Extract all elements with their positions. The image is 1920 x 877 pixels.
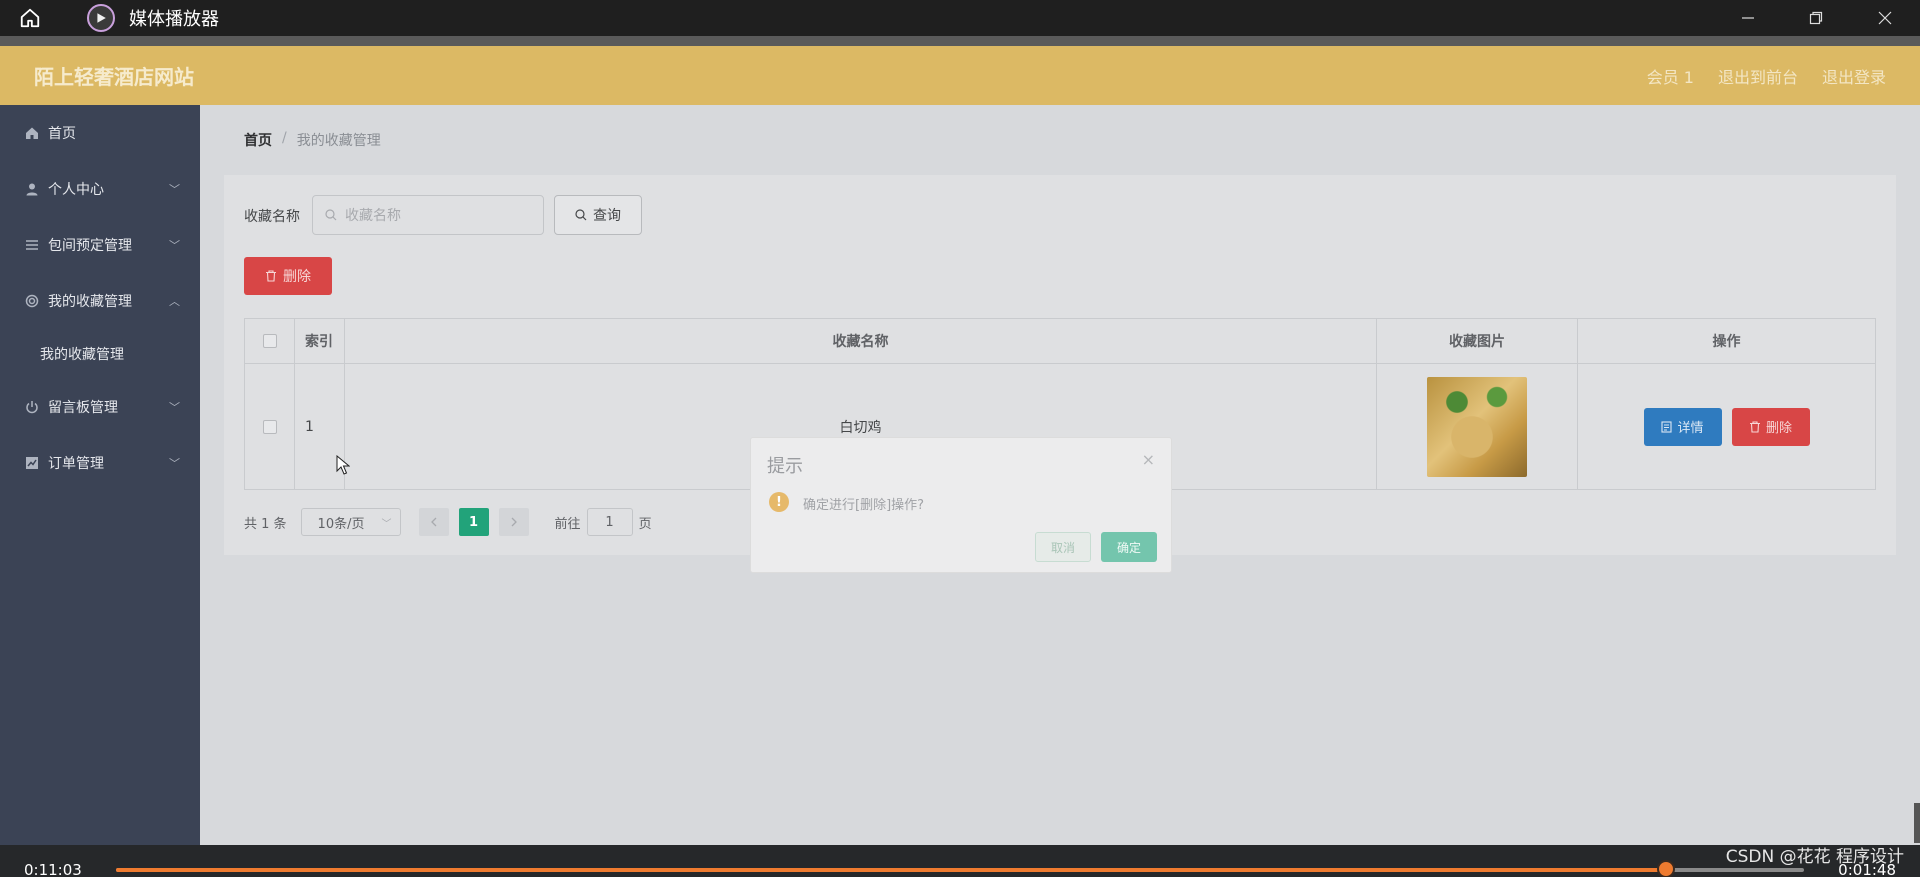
player-top-divider — [0, 36, 1920, 46]
site-title: 陌上轻奢酒店网站 — [34, 65, 194, 89]
sidebar-subitem-favorites[interactable]: 我的收藏管理 — [0, 329, 200, 379]
batch-delete-label: 删除 — [283, 269, 311, 285]
row-checkbox[interactable] — [262, 419, 277, 434]
player-control-bar: 0:11:03 0:01:48 — [0, 845, 1920, 877]
page-size-value: 10条/页 — [317, 516, 365, 532]
detail-button[interactable]: 详情 — [1643, 407, 1722, 446]
table-header: 索引 收藏名称 收藏图片 操作 — [245, 319, 1875, 364]
sidebar-item-label: 首页 — [48, 126, 76, 142]
page-number-button[interactable]: 1 — [458, 508, 489, 536]
close-window-button[interactable] — [1850, 0, 1920, 36]
trash-icon — [1749, 420, 1760, 433]
app-header: 陌上轻奢酒店网站 会员 1 退出到前台 退出登录 — [0, 46, 1920, 105]
search-icon — [325, 209, 337, 221]
player-home-button[interactable] — [0, 0, 60, 36]
power-icon — [24, 399, 40, 415]
detail-button-label: 详情 — [1677, 421, 1704, 436]
column-header-index: 索引 — [295, 319, 345, 363]
column-header-image: 收藏图片 — [1377, 319, 1578, 363]
player-logo-icon — [87, 4, 115, 32]
seek-bar[interactable] — [116, 868, 1804, 872]
seek-knob[interactable] — [1656, 860, 1675, 877]
chevron-left-icon — [430, 517, 437, 527]
trash-icon — [266, 270, 276, 282]
sidebar-item-room-booking[interactable]: 包间预定管理 ﹀ — [0, 217, 200, 273]
chevron-down-icon: ﹀ — [169, 457, 180, 470]
restore-button[interactable] — [1782, 0, 1850, 36]
query-button-label: 查询 — [593, 208, 621, 224]
breadcrumb-separator: / — [282, 130, 287, 146]
sidebar-item-label: 包间预定管理 — [48, 238, 132, 254]
column-header-actions: 操作 — [1712, 334, 1741, 350]
chart-icon — [24, 455, 40, 471]
goto-label: 前往 — [554, 516, 581, 532]
row-delete-label: 删除 — [1765, 421, 1792, 436]
close-icon — [1878, 11, 1892, 25]
dialog-close-button[interactable]: × — [1142, 450, 1155, 469]
chevron-down-icon: ﹀ — [169, 239, 180, 252]
sidebar-item-label: 个人中心 — [48, 182, 104, 198]
settings-icon — [24, 293, 40, 309]
sidebar-item-label: 订单管理 — [48, 456, 104, 472]
dialog-title: 提示 — [767, 456, 803, 477]
breadcrumb-home[interactable]: 首页 — [244, 130, 272, 150]
next-page-button[interactable] — [498, 508, 529, 536]
sidebar: 首页 个人中心 ﹀ 包间预定管理 ﹀ 我的收藏管理 ︿ 我的收藏管理 留言板管理… — [0, 105, 200, 845]
home-icon — [20, 8, 40, 28]
sidebar-item-personal-center[interactable]: 个人中心 ﹀ — [0, 161, 200, 217]
breadcrumb-current: 我的收藏管理 — [296, 133, 381, 149]
dialog-message: 确定进行[删除]操作? — [803, 498, 925, 513]
warning-icon: ! — [769, 492, 789, 512]
dialog-cancel-button[interactable]: 取消 — [1035, 532, 1091, 562]
sidebar-item-home[interactable]: 首页 — [0, 105, 200, 161]
goto-page-input[interactable]: 1 — [586, 508, 633, 536]
pagination-total: 共 1 条 — [244, 516, 287, 532]
breadcrumb: 首页 / 我的收藏管理 — [244, 130, 381, 150]
batch-delete-button[interactable]: 删除 — [244, 257, 332, 295]
confirm-dialog: 提示 × ! 确定进行[删除]操作? 取消 确定 — [750, 437, 1172, 573]
chevron-down-icon: ﹀ — [169, 183, 180, 196]
minimize-button[interactable] — [1714, 0, 1782, 36]
chevron-down-icon: ﹀ — [169, 401, 180, 414]
chevron-right-icon — [511, 517, 517, 527]
sidebar-item-message-board[interactable]: 留言板管理 ﹀ — [0, 379, 200, 435]
scrollbar-handle[interactable] — [1914, 803, 1920, 843]
list-icon — [24, 237, 40, 253]
search-icon — [575, 209, 587, 221]
document-icon — [1661, 420, 1673, 433]
watermark: CSDN @花花 程序设计 — [1725, 847, 1904, 867]
mouse-cursor-icon — [336, 455, 350, 475]
sidebar-item-label: 我的收藏管理 — [48, 294, 132, 310]
row-delete-button[interactable]: 删除 — [1731, 407, 1810, 446]
prev-page-button[interactable] — [418, 508, 449, 536]
user-icon — [24, 181, 40, 197]
minimize-icon — [1742, 17, 1754, 19]
sidebar-subitem-label: 我的收藏管理 — [40, 347, 124, 363]
seek-bar-progress — [116, 868, 1666, 872]
food-image — [1427, 376, 1527, 477]
player-app-name: 媒体播放器 — [129, 9, 219, 30]
chevron-down-icon: ﹀ — [381, 518, 392, 530]
member-link[interactable]: 会员 1 — [1647, 64, 1694, 88]
select-all-checkbox[interactable] — [262, 334, 277, 348]
column-header-name: 收藏名称 — [345, 319, 1377, 363]
search-placeholder: 收藏名称 — [345, 208, 401, 224]
current-time: 0:11:03 — [24, 861, 82, 877]
sidebar-item-orders[interactable]: 订单管理 ﹀ — [0, 435, 200, 491]
search-label: 收藏名称 — [244, 209, 300, 225]
exit-to-frontend-link[interactable]: 退出到前台 — [1718, 64, 1798, 88]
page-suffix: 页 — [638, 516, 652, 532]
restore-icon — [1809, 11, 1823, 25]
query-button[interactable]: 查询 — [554, 195, 642, 235]
sidebar-item-label: 留言板管理 — [48, 400, 118, 416]
player-title-bar: 媒体播放器 — [0, 0, 1920, 36]
logout-link[interactable]: 退出登录 — [1822, 64, 1886, 88]
chevron-up-icon: ︿ — [169, 295, 180, 308]
pagination: 共 1 条 10条/页 ﹀ 1 前往 1 页 — [244, 508, 652, 536]
search-input[interactable]: 收藏名称 — [312, 195, 544, 235]
page-size-select[interactable]: 10条/页 ﹀ — [300, 508, 401, 536]
dialog-confirm-button[interactable]: 确定 — [1101, 532, 1157, 562]
sidebar-item-favorites[interactable]: 我的收藏管理 ︿ — [0, 273, 200, 329]
home-icon — [24, 125, 40, 141]
